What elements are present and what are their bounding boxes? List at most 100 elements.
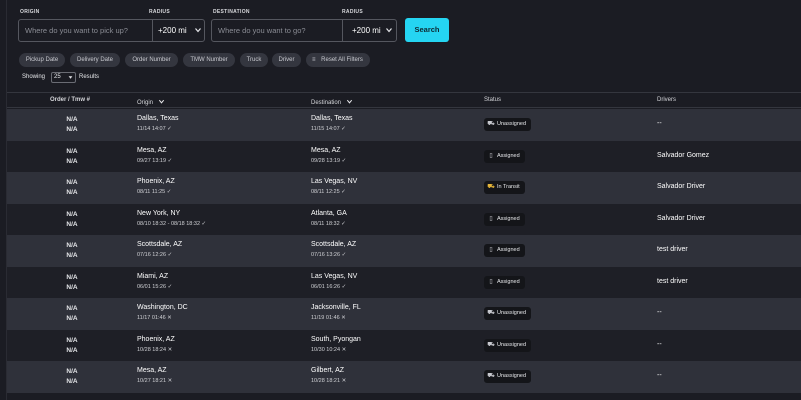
driver-name: -- [657,372,662,379]
table-row[interactable]: N/A N/A Phoenix, AZ 08/11 11:25 ✓ Las Vegas,… [7,172,801,204]
chevron-down-icon[interactable] [385,26,393,34]
results-label: Results [79,74,100,80]
column-destination[interactable]: Destination [311,97,352,106]
column-status: Status [484,97,502,103]
status-label: Unassigned [497,310,527,316]
origin-label: ORIGIN [20,9,40,15]
origin-field-divider [152,20,153,41]
reset-icon: ≡ [312,57,316,63]
destination-label: DESTINATION [213,9,250,15]
origin-location: New York, NY [137,209,181,217]
search-button[interactable]: Search [405,18,449,42]
column-origin-label: Origin [137,100,154,106]
origin-location: Mesa, AZ [137,146,167,154]
destination-datetime: 07/16 13:26 ✓ [311,252,347,258]
chevron-down-icon [158,99,164,104]
table-row[interactable]: N/A N/A Miami, AZ 06/01 15:26 ✓ Las Vegas, N… [7,266,801,298]
status-badge: ⛟ Unassigned [484,370,532,383]
destination-location: Atlanta, GA [311,209,347,217]
origin-cell: Washington, DC 11/17 01:46 ✕ [137,303,188,323]
driver-name: -- [657,340,662,348]
truck-icon: ⛟ [487,341,495,348]
status-label: Assigned [497,215,520,222]
origin-cell: Miami, AZ 06/01 15:26 ✓ [137,272,172,292]
tmw-number: N/A [66,157,78,165]
destination-datetime: 10/30 10:24 ✕ [311,346,347,353]
order-number: N/A [66,368,78,375]
destination-datetime: 06/01 16:26 ✓ [311,283,347,290]
filter-pickup-date[interactable]: Pickup Date [19,53,65,67]
chevron-down-icon[interactable] [194,26,202,34]
table-row[interactable]: N/A N/A Phoenix, AZ 10/28 18:24 ✕ South, Pyo… [7,329,801,361]
origin-radius-label: RADIUS [149,9,170,15]
table-row[interactable]: N/A N/A Washington, DC 11/17 01:46 ✕ Jackson… [7,298,801,330]
origin-cell: Mesa, AZ 10/27 18:21 ✕ [137,366,172,386]
filter-truck[interactable]: Truck [240,53,268,67]
origin-datetime: 10/27 18:21 ✕ [137,378,173,384]
destination-radius-select[interactable]: +200 mi [352,26,381,35]
driver-name: -- [657,120,662,127]
order-number: N/A [66,336,78,344]
status-label: Unassigned [497,341,527,348]
table-row[interactable]: N/A N/A Scottsdale, AZ 07/16 12:26 ✓ Scottsd… [7,235,801,267]
origin-datetime: 11/17 01:46 ✕ [137,315,172,321]
table-row[interactable]: N/A N/A New York, NY 08/10 18:32 - 08/18 18… [7,203,801,235]
order-number: N/A [66,242,78,249]
origin-cell: Phoenix, AZ 08/11 11:25 ✓ [137,177,175,197]
destination-datetime: 09/28 13:19 ✓ [311,157,347,164]
order-cell: N/A N/A [47,273,97,293]
order-cell: N/A N/A [47,210,97,230]
origin-location: Phoenix, AZ [137,335,175,343]
destination-cell: Gilbert, AZ 10/28 18:21 ✕ [311,366,346,386]
driver-name: test driver [657,246,688,253]
order-number: N/A [66,210,78,218]
order-cell: N/A N/A [47,115,97,135]
assigned-icon: ▯ [489,215,493,222]
table-row[interactable]: N/A N/A Dallas, Texas 11/14 14:07 ✓ Dallas, … [7,109,801,141]
filter-tmw-number[interactable]: TMW Number [183,53,235,67]
filter-delivery-date[interactable]: Delivery Date [70,53,120,67]
column-origin[interactable]: Origin [137,97,164,106]
driver-name: Salvador Driver [657,214,706,222]
table-row[interactable]: N/A N/A Mesa, AZ 10/27 18:21 ✕ Gilbert, AZ 10… [7,361,801,393]
destination-location: South, Pyongan [311,335,361,343]
tmw-number: N/A [66,378,78,385]
origin-input[interactable] [25,20,145,41]
destination-cell: Jacksonville, FL 11/19 01:46 ✕ [311,303,361,323]
tmw-number: N/A [66,252,78,259]
destination-field-divider [342,20,343,41]
destination-datetime: 11/19 01:46 ✕ [311,315,346,321]
status-label: Unassigned [497,373,527,379]
truck-icon: ⛟ [487,310,495,316]
origin-cell: Phoenix, AZ 10/28 18:24 ✕ [137,335,175,355]
filter-order-number[interactable]: Order Number [125,53,178,67]
results-per-page-value: 25 [54,74,61,80]
destination-location: Las Vegas, NV [311,178,358,185]
driver-name: Salvador Driver [657,183,706,190]
origin-radius-select[interactable]: +200 mi [158,26,187,35]
destination-cell: Scottsdale, AZ 07/16 13:26 ✓ [311,240,356,260]
results-per-page-select[interactable]: 25 [51,72,76,83]
status-badge: ▯ Assigned [484,149,525,163]
status-label: Assigned [497,152,520,159]
column-destination-label: Destination [311,100,342,106]
order-number: N/A [66,179,78,186]
origin-location: Dallas, Texas [137,115,179,122]
status-label: Assigned [497,278,520,285]
chevron-down-icon [68,76,73,79]
origin-datetime: 10/28 18:24 ✕ [137,346,173,353]
filter-driver[interactable]: Driver [272,53,301,67]
tmw-number: N/A [66,346,78,354]
destination-location: Jacksonville, FL [311,304,361,311]
destination-location: Mesa, AZ [311,146,341,154]
reset-filters-button[interactable]: ≡ Reset All Filters [306,53,370,67]
assigned-icon: ▯ [489,152,493,159]
reset-filters-label: Reset All Filters [321,57,363,63]
destination-input[interactable] [218,20,338,41]
destination-location: Dallas, Texas [311,115,353,122]
table-row[interactable]: N/A N/A Mesa, AZ 09/27 13:19 ✓ Mesa, AZ 09/28… [7,140,801,172]
order-cell: N/A N/A [47,241,97,261]
origin-cell: New York, NY 08/10 18:32 - 08/18 18:32 ✓ [137,209,206,229]
driver-name: Salvador Gomez [657,151,710,159]
status-label: In Transit [497,184,520,190]
